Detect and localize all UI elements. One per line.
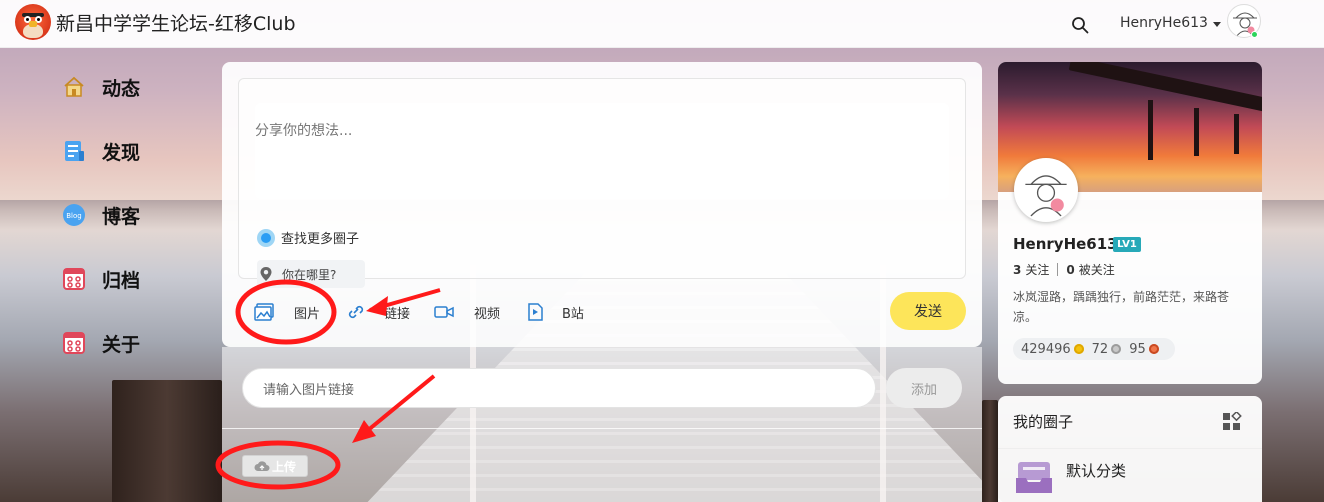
circles-divider: [998, 448, 1262, 449]
bronze-points: 95: [1129, 341, 1146, 357]
video-button[interactable]: 视频: [434, 300, 500, 324]
gold-points: 429496: [1021, 341, 1071, 357]
panel-divider: [222, 428, 982, 429]
send-button[interactable]: 发送: [890, 292, 966, 330]
image-link-panel: 请输入图片链接 添加 上传: [222, 347, 982, 502]
discover-icon: [65, 141, 84, 161]
background-post: [112, 380, 222, 502]
silver-points: 72: [1091, 341, 1109, 357]
post-textarea[interactable]: 分享你的想法...: [255, 103, 949, 199]
nav-item-archive[interactable]: 归档: [62, 264, 140, 294]
background-post: [982, 400, 998, 502]
site-title[interactable]: 新昌中学学生论坛-红移Club: [56, 9, 296, 36]
link-icon: [348, 305, 364, 319]
following-label[interactable]: 关注: [1025, 261, 1049, 278]
add-image-button[interactable]: 添加: [886, 368, 962, 408]
circles-title: 我的圈子: [1013, 413, 1074, 431]
link-button[interactable]: 链接: [346, 300, 410, 324]
top-bar: 新昌中学学生论坛-红移Club HenryHe613: [0, 0, 1324, 48]
grid-icon[interactable]: [1222, 412, 1242, 432]
circle-item-default[interactable]: 默认分类: [1066, 460, 1126, 481]
bronze-coin-icon: [1148, 344, 1159, 354]
followers-count[interactable]: 0: [1066, 263, 1074, 277]
site-logo[interactable]: [15, 4, 51, 40]
post-composer: 分享你的想法... 查找更多圈子 你在哪里? 图片 链接 视频 B站 发送: [222, 62, 982, 347]
svg-text:Blog: Blog: [66, 212, 81, 220]
find-circles-link[interactable]: 查找更多圈子: [257, 228, 359, 247]
search-icon[interactable]: [1071, 16, 1089, 34]
profile-bio: 冰岚湿路，踽踽独行，前路茫茫，来路苍凉。: [1013, 290, 1230, 324]
location-picker[interactable]: 你在哪里?: [257, 260, 365, 288]
user-menu-name[interactable]: HenryHe613: [1120, 15, 1208, 31]
image-button[interactable]: 图片: [254, 300, 320, 324]
level-badge: LV1: [1113, 237, 1141, 252]
followers-label[interactable]: 被关注: [1079, 261, 1115, 278]
editor-box: 分享你的想法... 查找更多圈子 你在哪里?: [238, 78, 966, 288]
follow-stats: 3 关注 0 被关注: [1013, 261, 1115, 278]
image-url-input[interactable]: 请输入图片链接: [242, 368, 876, 408]
my-circles-card: 我的圈子 默认分类: [998, 396, 1262, 502]
nav-item-blog[interactable]: Blog 博客: [62, 200, 140, 230]
blog-icon: Blog: [63, 204, 85, 226]
nav-item-feed[interactable]: 动态: [62, 72, 140, 102]
play-file-icon: [528, 303, 543, 321]
gold-coin-icon: [1073, 344, 1084, 354]
archive-icon: [63, 268, 85, 290]
online-status-dot: [1251, 31, 1258, 38]
upload-button[interactable]: 上传: [242, 455, 308, 477]
profile-name[interactable]: HenryHe613: [1013, 235, 1118, 253]
home-icon: [64, 76, 84, 97]
about-icon: [63, 332, 85, 354]
location-pin-icon: [260, 267, 272, 281]
nav-item-about[interactable]: 关于: [62, 328, 140, 358]
bilibili-button[interactable]: B站: [526, 300, 584, 324]
points-balance: 429496 72 95: [1013, 338, 1175, 360]
profile-avatar[interactable]: [1014, 158, 1078, 222]
circle-dot-icon: [257, 228, 275, 247]
silver-coin-icon: [1111, 344, 1122, 354]
profile-card: HenryHe613 LV1 3 关注 0 被关注 冰岚湿路，踽踽独行，前路茫茫…: [998, 62, 1262, 384]
image-icon: [254, 303, 274, 321]
chevron-down-icon[interactable]: [1213, 22, 1221, 27]
inbox-tray-icon: [1016, 462, 1052, 493]
cloud-upload-icon: [254, 461, 270, 471]
following-count[interactable]: 3: [1013, 263, 1021, 277]
video-icon: [434, 306, 454, 318]
nav-item-discover[interactable]: 发现: [62, 136, 140, 166]
